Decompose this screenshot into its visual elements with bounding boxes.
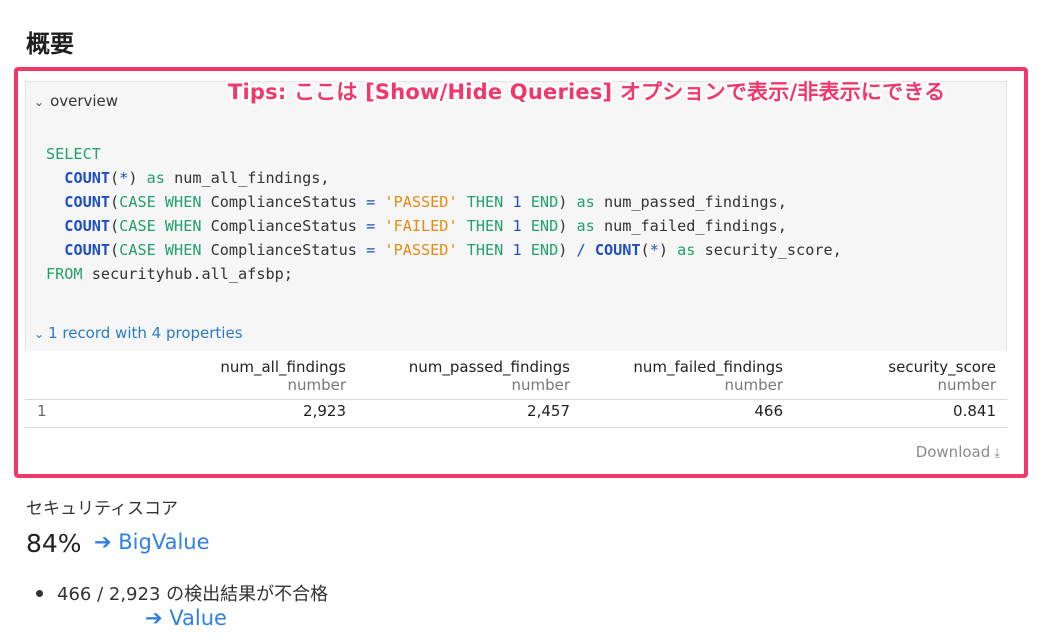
download-button[interactable]: Download ⤓ bbox=[916, 443, 1000, 461]
sql-token: COUNT bbox=[64, 169, 111, 187]
table-cell: 0.841 bbox=[953, 402, 996, 420]
column-header[interactable]: num_all_findings bbox=[220, 358, 346, 376]
sql-token: END bbox=[530, 241, 559, 259]
sql-token: THEN bbox=[466, 193, 504, 211]
results-toggle-label: 1 record with 4 properties bbox=[48, 324, 243, 342]
column-header[interactable]: num_failed_findings bbox=[633, 358, 783, 376]
sql-token: 1 bbox=[512, 217, 522, 235]
table-type-row: number number number number bbox=[25, 376, 1007, 400]
chevron-down-icon: ⌄ bbox=[34, 327, 45, 341]
big-value: 84% bbox=[26, 529, 82, 558]
table-row: 1 2,923 2,457 466 0.841 bbox=[25, 400, 1007, 428]
download-icon: ⤓ bbox=[994, 446, 1000, 461]
results-toggle[interactable]: ⌄ 1 record with 4 properties bbox=[34, 324, 243, 342]
table-cell: 466 bbox=[754, 402, 783, 420]
sql-token: WHEN bbox=[164, 193, 202, 211]
findings-summary: 466 / 2,923 の検出結果が不合格 bbox=[57, 584, 329, 605]
column-type: number bbox=[937, 376, 996, 394]
page-title: 概要 bbox=[26, 30, 74, 58]
row-index: 1 bbox=[37, 402, 47, 420]
sql-token: num_all_findings bbox=[174, 169, 321, 187]
sql-token: THEN bbox=[466, 241, 504, 259]
table-cell: 2,457 bbox=[527, 402, 570, 420]
sql-token: security_score bbox=[704, 241, 833, 259]
sql-token: COUNT bbox=[64, 217, 111, 235]
overview-toggle-label: overview bbox=[50, 92, 119, 110]
download-label: Download bbox=[915, 443, 991, 461]
column-type: number bbox=[511, 376, 570, 394]
sql-token: ComplianceStatus bbox=[210, 193, 357, 211]
sql-token: as bbox=[146, 169, 165, 187]
column-header[interactable]: security_score bbox=[888, 358, 996, 376]
sql-query: SELECT COUNT(*) as num_all_findings, COU… bbox=[46, 145, 842, 283]
sql-token: THEN bbox=[466, 217, 504, 235]
sql-token: / bbox=[576, 241, 586, 259]
sql-token: COUNT bbox=[594, 241, 641, 259]
sql-token: FROM bbox=[46, 265, 83, 283]
results-table: num_all_findings num_passed_findings num… bbox=[25, 352, 1007, 428]
sql-token: END bbox=[530, 217, 559, 235]
bigvalue-annotation: ➔ BigValue bbox=[94, 530, 210, 554]
column-type: number bbox=[724, 376, 783, 394]
bullet-icon bbox=[36, 589, 43, 597]
sql-token: 1 bbox=[512, 193, 522, 211]
sql-token: 'PASSED' bbox=[384, 241, 458, 259]
sql-token: = bbox=[366, 193, 376, 211]
column-type: number bbox=[287, 376, 346, 394]
sql-token: END bbox=[530, 193, 559, 211]
overview-toggle[interactable]: ⌄ overview bbox=[34, 92, 118, 110]
sql-token: * bbox=[649, 241, 659, 259]
sql-token: * bbox=[119, 169, 129, 187]
sql-token: 'FAILED' bbox=[384, 217, 458, 235]
sql-token: num_failed_findings bbox=[603, 217, 778, 235]
sql-token: SELECT bbox=[46, 145, 101, 163]
sql-token: ComplianceStatus bbox=[210, 217, 357, 235]
sql-token: CASE bbox=[119, 241, 156, 259]
sql-token: ComplianceStatus bbox=[210, 241, 357, 259]
sql-token: COUNT bbox=[64, 241, 111, 259]
sql-token: securityhub.all_afsbp; bbox=[91, 265, 293, 283]
value-annotation: ➔ Value bbox=[145, 606, 227, 630]
sql-token: = bbox=[366, 217, 376, 235]
sql-token: as bbox=[576, 193, 595, 211]
chevron-down-icon: ⌄ bbox=[34, 95, 45, 109]
sql-token: 'PASSED' bbox=[384, 193, 458, 211]
table-cell: 2,923 bbox=[303, 402, 346, 420]
sql-token: WHEN bbox=[164, 241, 202, 259]
sql-token: CASE bbox=[119, 217, 156, 235]
sql-token: COUNT bbox=[64, 193, 111, 211]
sql-token: as bbox=[576, 217, 595, 235]
sql-token: WHEN bbox=[164, 217, 202, 235]
list-item: 466 / 2,923 の検出結果が不合格 bbox=[36, 580, 328, 606]
column-header[interactable]: num_passed_findings bbox=[409, 358, 570, 376]
sql-token: as bbox=[677, 241, 696, 259]
sql-token: num_passed_findings bbox=[603, 193, 778, 211]
tips-annotation: Tips: ここは [Show/Hide Queries] オプションで表示/非… bbox=[228, 80, 946, 104]
sql-token: 1 bbox=[512, 241, 522, 259]
sql-token: CASE bbox=[119, 193, 156, 211]
security-score-label: セキュリティスコア bbox=[26, 499, 178, 519]
sql-token: = bbox=[366, 241, 376, 259]
